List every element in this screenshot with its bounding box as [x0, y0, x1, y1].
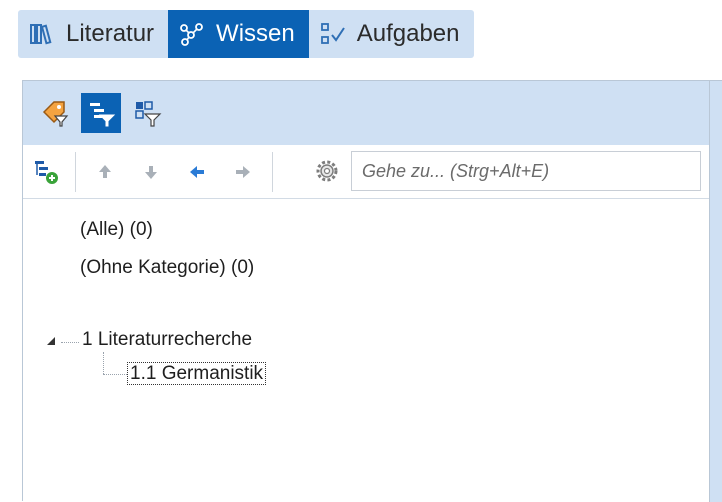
- category-filter-button[interactable]: [81, 93, 121, 133]
- category-panel: Gehe zu... (Strg+Alt+E) (Alle) (0) (Ohne…: [22, 80, 722, 502]
- move-up-button[interactable]: [82, 150, 128, 194]
- add-category-button[interactable]: [23, 150, 69, 194]
- tree-item-label: 1 Literaturrecherche: [82, 329, 253, 350]
- arrow-right-icon: [236, 165, 250, 178]
- tree-item-literaturrecherche[interactable]: 1 Literaturrecherche: [82, 329, 252, 351]
- tree-connector: [103, 374, 127, 375]
- tasks-checklist-icon: [320, 23, 345, 44]
- tree-item-germanistik[interactable]: 1.1 Germanistik: [126, 362, 267, 385]
- tab-label: Aufgaben: [356, 20, 460, 47]
- tree-item-label: 1.1 Germanistik: [126, 362, 267, 385]
- tree-connector: [103, 352, 104, 374]
- tree-item-all[interactable]: (Alle) (0): [80, 219, 153, 241]
- tab-wissen[interactable]: Wissen: [168, 10, 309, 58]
- toolbar-separator: [75, 151, 76, 192]
- tree-connector: [61, 342, 79, 343]
- navigation-toolbar: Gehe zu... (Strg+Alt+E): [23, 145, 709, 199]
- move-down-button[interactable]: [128, 150, 174, 194]
- tab-aufgaben[interactable]: Aufgaben: [309, 10, 474, 58]
- gear-icon[interactable]: [313, 157, 341, 185]
- tag-filter-button[interactable]: [35, 93, 75, 133]
- goto-search-input[interactable]: Gehe zu... (Strg+Alt+E): [351, 151, 701, 191]
- grid-filter-icon: [135, 101, 162, 127]
- tree-item-label: (Alle) (0): [80, 219, 153, 240]
- library-icon: [30, 24, 52, 45]
- arrow-left-icon: [190, 165, 204, 178]
- arrow-up-icon: [99, 164, 111, 178]
- tag-filter-icon: [42, 101, 69, 127]
- move-right-button[interactable]: [220, 150, 266, 194]
- collapse-triangle-icon[interactable]: [45, 335, 57, 347]
- toolbar-separator: [272, 151, 273, 192]
- search-placeholder: Gehe zu... (Strg+Alt+E): [362, 160, 550, 181]
- grid-filter-button[interactable]: [127, 93, 167, 133]
- tab-label: Wissen: [216, 20, 295, 47]
- knowledge-graph-icon: [180, 23, 203, 46]
- side-strip: [709, 81, 722, 502]
- category-filter-icon: [90, 103, 116, 127]
- tree-item-label: (Ohne Kategorie) (0): [80, 257, 255, 278]
- view-toolbar: [23, 81, 709, 145]
- arrow-down-icon: [145, 165, 157, 179]
- category-tree: (Alle) (0) (Ohne Kategorie) (0) 1 Litera…: [23, 199, 709, 502]
- module-tabbar: Literatur Wissen Aufgaben: [18, 10, 474, 58]
- move-left-button[interactable]: [174, 150, 220, 194]
- tab-literatur[interactable]: Literatur: [18, 10, 168, 58]
- add-category-icon: [35, 160, 58, 184]
- tab-label: Literatur: [66, 20, 155, 47]
- tree-item-uncategorized[interactable]: (Ohne Kategorie) (0): [80, 257, 254, 279]
